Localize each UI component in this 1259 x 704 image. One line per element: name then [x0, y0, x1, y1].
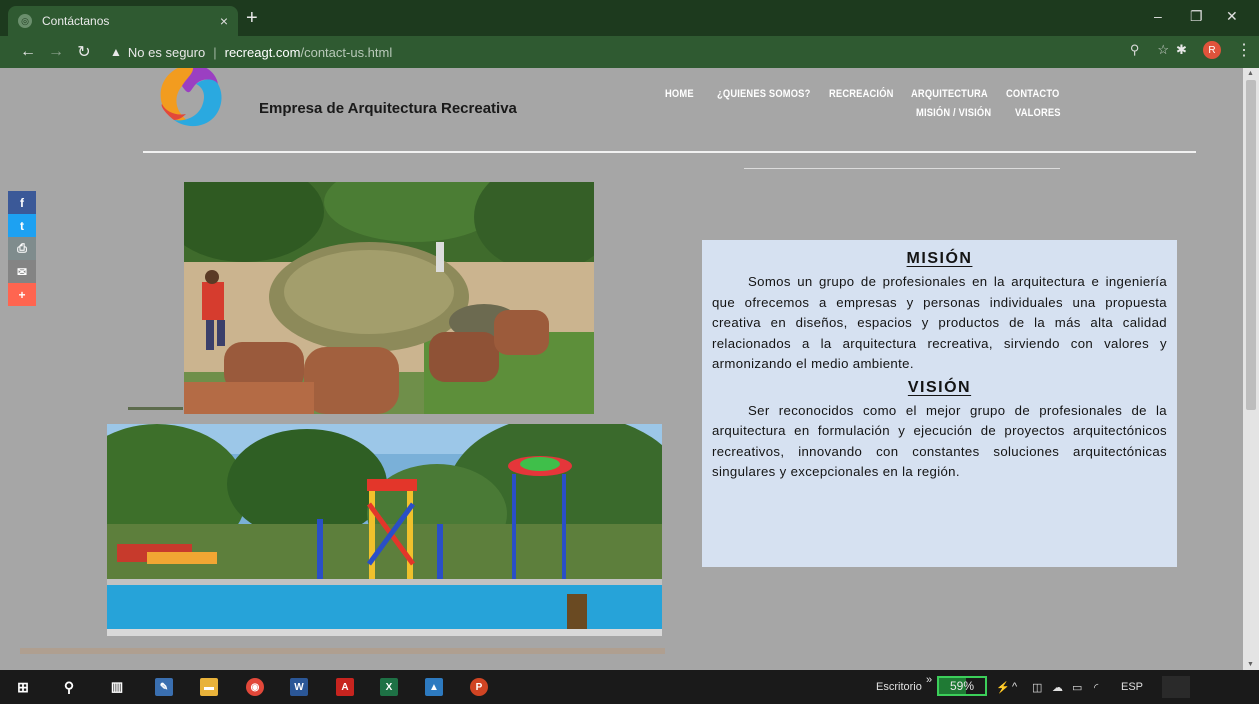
nav-home[interactable]: HOME — [665, 88, 694, 100]
mision-heading: MISIÓN — [906, 250, 973, 267]
acrobat-icon[interactable]: A — [336, 678, 354, 696]
app-pinned-icon[interactable]: ✎ — [155, 678, 173, 696]
scroll-down-icon[interactable]: ▼ — [1247, 661, 1254, 668]
chevron-up-icon[interactable]: ^ — [1012, 681, 1017, 693]
restore-icon[interactable]: ❐ — [1190, 8, 1203, 25]
nav-arquitectura[interactable]: ARQUITECTURA — [911, 88, 988, 100]
zoom-icon[interactable]: ⚲ — [1130, 42, 1140, 58]
network-icon[interactable]: ▭ — [1072, 681, 1082, 694]
nav-recreacion[interactable]: RECREACIÓN — [829, 88, 894, 100]
excel-icon[interactable]: X — [380, 678, 398, 696]
share-print-icon[interactable]: ⎙ — [8, 237, 36, 260]
vision-heading: VISIÓN — [907, 378, 972, 396]
file-explorer-icon[interactable]: ▬ — [200, 678, 218, 696]
omnibox-actions: ⚲ ☆ — [1130, 42, 1169, 58]
mision-text: Somos un grupo de profesionales en la ar… — [712, 274, 1167, 371]
word-icon[interactable]: W — [290, 678, 308, 696]
minimize-icon[interactable]: – — [1154, 8, 1162, 24]
warning-icon: ▲ — [110, 45, 122, 59]
cloud-icon[interactable]: ☁ — [1052, 681, 1063, 694]
url-path: /contact-us.html — [300, 44, 393, 60]
star-icon[interactable]: ☆ — [1157, 42, 1169, 58]
water-park-photo — [107, 424, 662, 636]
profile-avatar[interactable]: R — [1203, 41, 1221, 59]
notifications-icon[interactable] — [1162, 676, 1190, 698]
device-icon[interactable]: ◫ — [1032, 681, 1042, 694]
nav-valores[interactable]: VALORES — [1015, 107, 1061, 119]
share-more-icon[interactable]: + — [8, 283, 36, 306]
turtle-sculpture-photo — [184, 182, 594, 414]
page-viewport: Empresa de Arquitectura Recreativa HOME … — [0, 68, 1243, 670]
share-twitter-icon[interactable]: t — [8, 214, 36, 237]
tab-title: Contáctanos — [42, 14, 110, 28]
browser-tabbar: ◎ Contáctanos × + – ❐ ✕ — [0, 0, 1259, 36]
search-icon[interactable]: ⚲ — [60, 678, 78, 696]
nav-quienes-somos[interactable]: ¿QUIENES SOMOS? — [717, 88, 810, 100]
battery-percent: 59% — [949, 679, 975, 693]
window-close-icon[interactable]: ✕ — [1226, 8, 1238, 25]
wifi-icon[interactable]: ◜ — [1094, 681, 1098, 694]
desktop-toolbar-label[interactable]: Escritorio — [876, 681, 922, 693]
address-bar[interactable]: ▲ No es seguro | recreagt.com /contact-u… — [110, 40, 1150, 64]
mision-vision-box: MISIÓN Somos un grupo de profesionales e… — [702, 240, 1177, 567]
url-host: recreagt.com — [224, 44, 301, 60]
nav-contacto[interactable]: CONTACTO — [1006, 88, 1059, 100]
section-divider — [744, 168, 1060, 169]
powerpoint-icon[interactable]: P — [470, 678, 488, 696]
windows-taskbar: ⊞ ⚲ ▥ ✎ ▬ ◉ W A X ▲ P Escritorio » ⚡ ^ ◫… — [0, 670, 1259, 704]
page-scrollbar[interactable]: ▲ ▼ — [1243, 68, 1259, 670]
company-name: Empresa de Arquitectura Recreativa — [259, 100, 517, 117]
tab-close-icon[interactable]: × — [220, 13, 228, 29]
browser-toolbar: ← → ↻ ▲ No es seguro | recreagt.com /con… — [0, 36, 1259, 68]
security-label: No es seguro — [127, 44, 206, 60]
chrome-icon[interactable]: ◉ — [246, 678, 264, 696]
share-email-icon[interactable]: ✉ — [8, 260, 36, 283]
chevron-right-icon[interactable]: » — [926, 674, 932, 686]
photo-edge-bottom — [20, 648, 665, 654]
more-menu-icon[interactable]: ⋮ — [1236, 40, 1252, 60]
task-view-icon[interactable]: ▥ — [108, 678, 126, 696]
header-divider — [143, 151, 1196, 153]
forward-arrow-icon[interactable]: → — [42, 43, 70, 61]
new-tab-button[interactable]: + — [246, 8, 258, 28]
back-arrow-icon[interactable]: ← — [14, 43, 42, 61]
power-icon[interactable]: ⚡ — [996, 681, 1010, 694]
battery-indicator[interactable]: 59% — [937, 676, 987, 696]
language-indicator[interactable]: ESP — [1121, 681, 1143, 693]
windows-start-icon[interactable]: ⊞ — [14, 678, 32, 696]
company-logo[interactable] — [152, 68, 232, 132]
nav-mision-vision[interactable]: MISIÓN / VISIÓN — [916, 107, 991, 119]
globe-icon: ◎ — [18, 14, 32, 28]
scroll-up-icon[interactable]: ▲ — [1247, 70, 1254, 77]
vision-text: Ser reconocidos como el mejor grupo de p… — [712, 402, 1167, 480]
reload-icon[interactable]: ↻ — [70, 42, 98, 62]
photo-edge — [128, 407, 183, 410]
browser-tab-active[interactable]: ◎ Contáctanos × — [8, 6, 238, 36]
scroll-thumb[interactable] — [1246, 80, 1256, 410]
extensions-puzzle-icon[interactable]: ✱ — [1176, 42, 1187, 58]
photos-icon[interactable]: ▲ — [425, 678, 443, 696]
share-facebook-icon[interactable]: f — [8, 191, 36, 214]
divider: | — [213, 44, 217, 60]
